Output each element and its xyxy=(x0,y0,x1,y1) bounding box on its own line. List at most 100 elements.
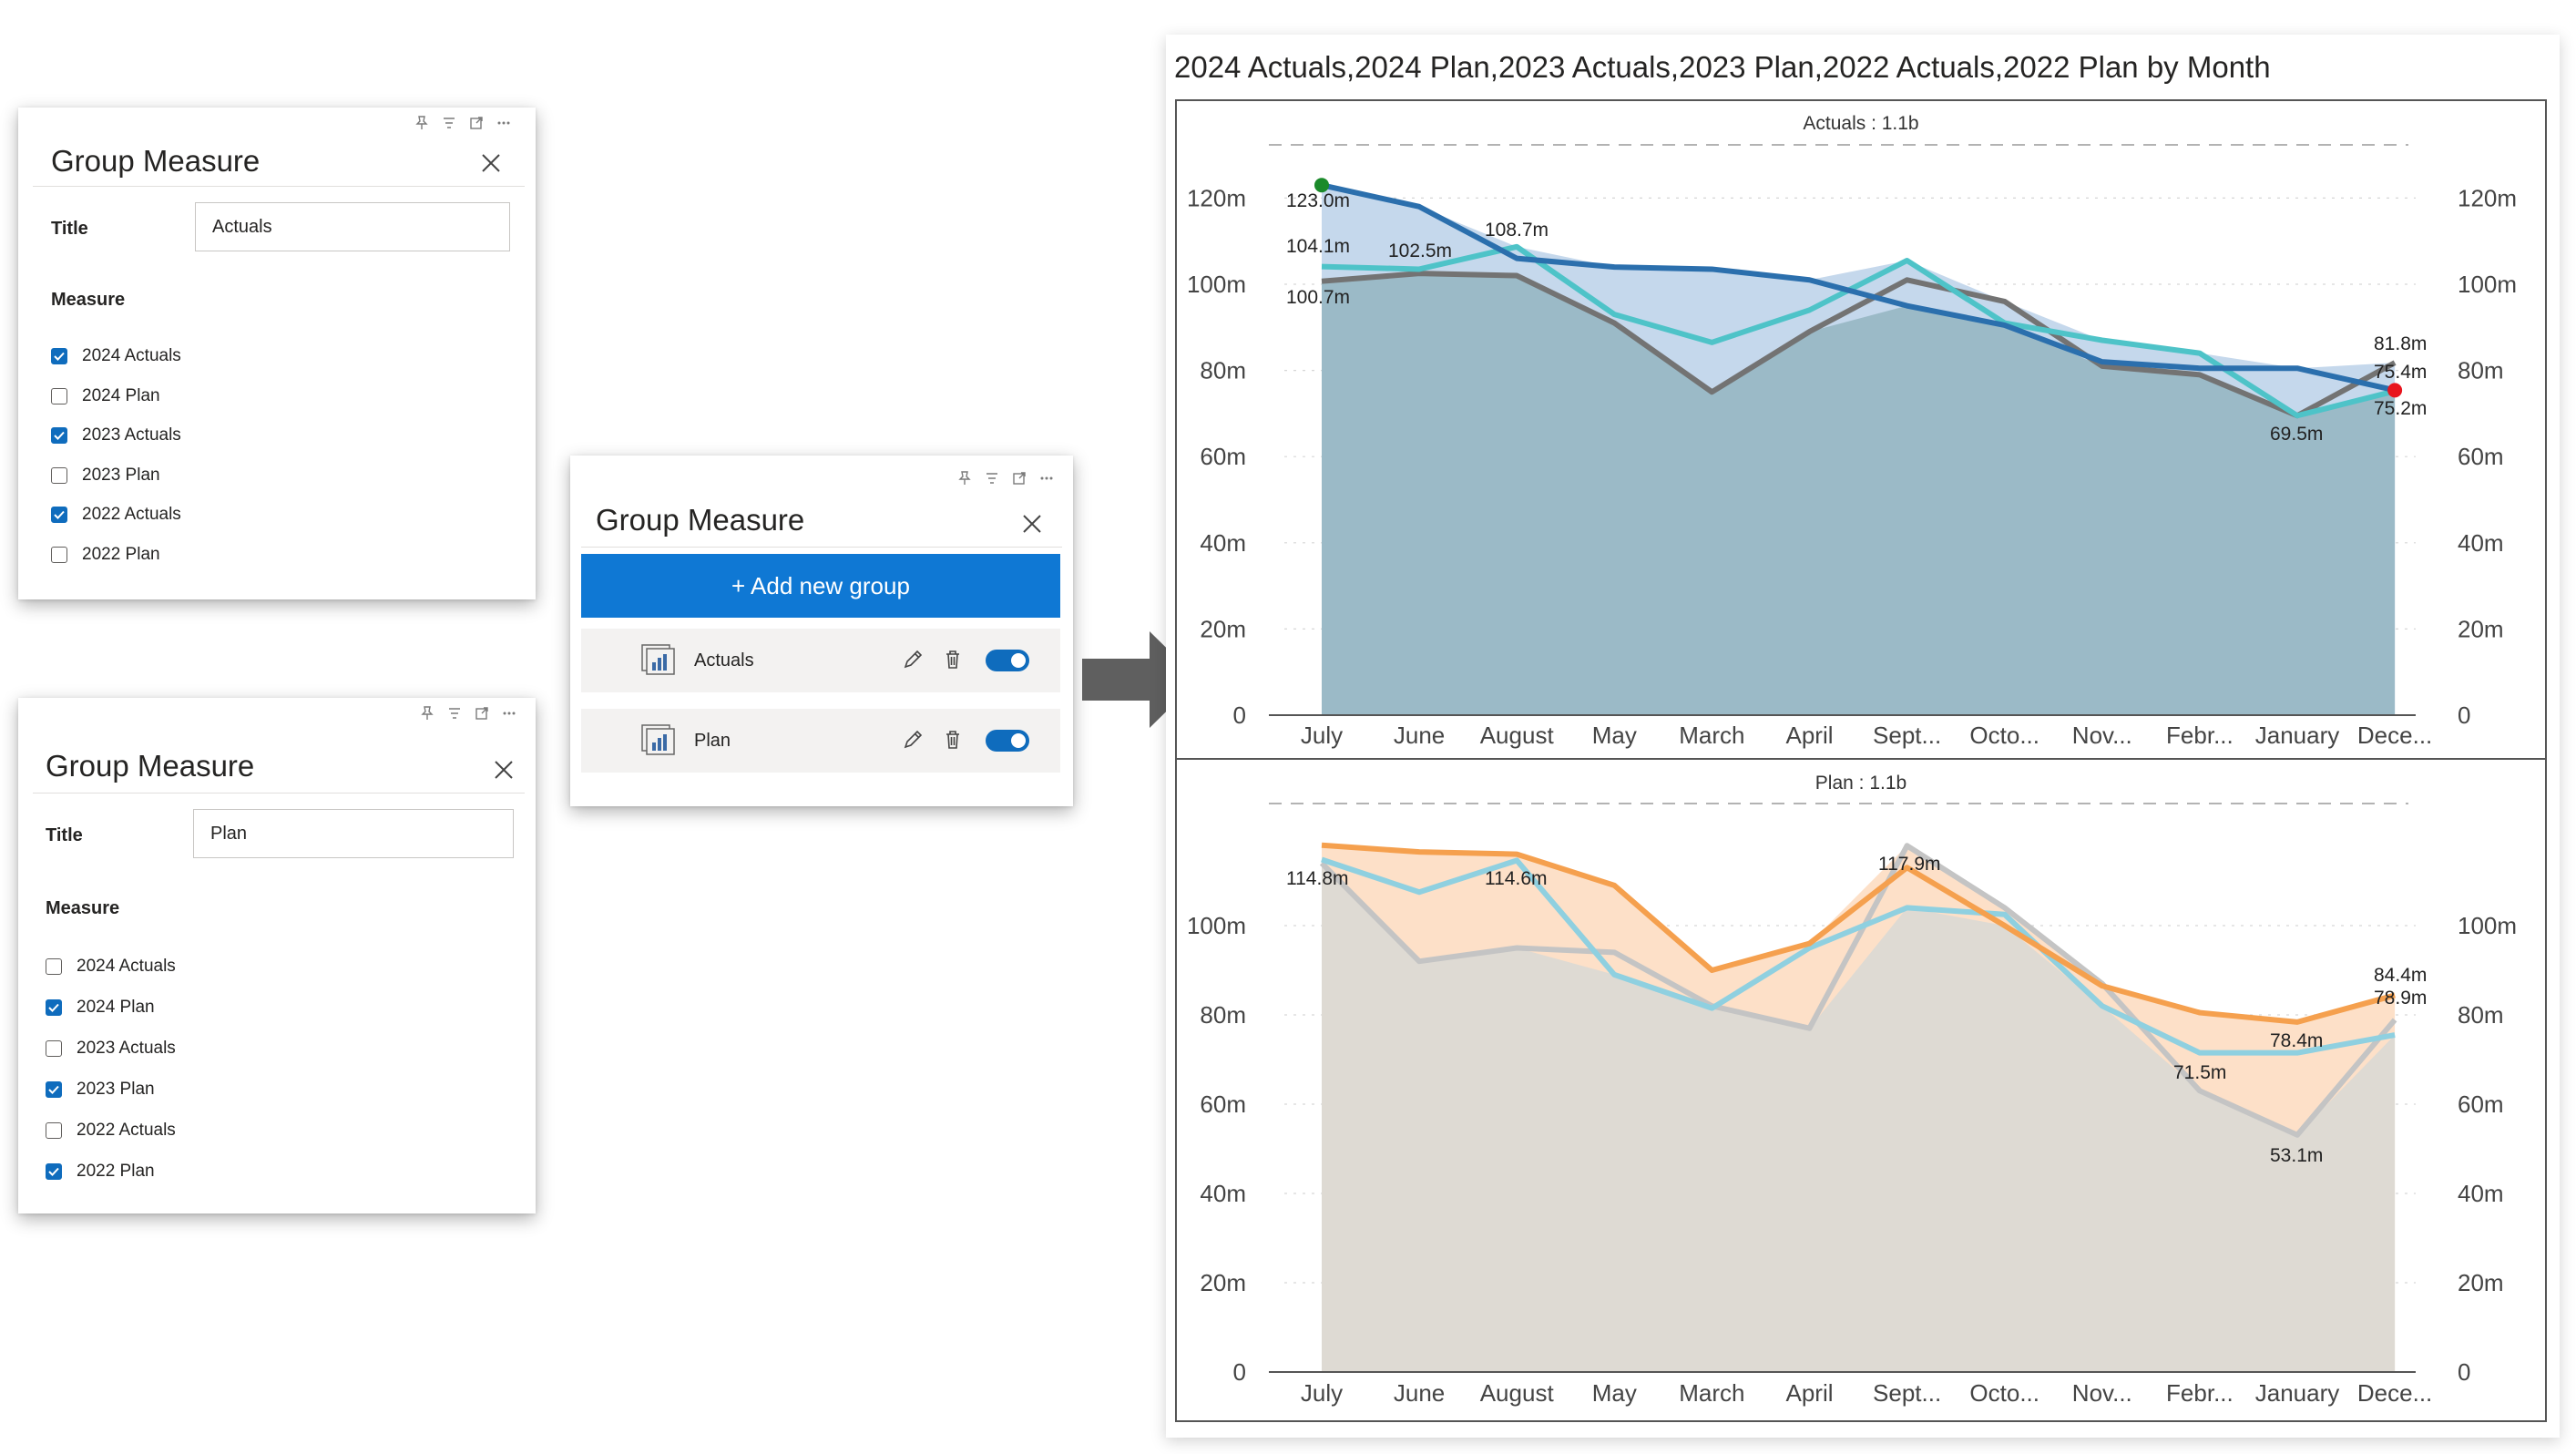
data-label: 123.0m xyxy=(1286,190,1350,211)
y-axis-tick-right: 0 xyxy=(2458,1358,2470,1386)
x-axis-label: July xyxy=(1301,1379,1343,1407)
panel-title: Group Measure xyxy=(596,503,805,537)
measure-label: Measure xyxy=(46,898,120,918)
data-label: 84.4m xyxy=(2374,965,2427,986)
chart-group-icon xyxy=(641,644,675,675)
y-axis-tick-right: 40m xyxy=(2458,1180,2504,1207)
chart-panel-header: Plan : 1.1b xyxy=(1815,773,1906,794)
group-enabled-toggle[interactable] xyxy=(986,730,1029,752)
close-icon[interactable] xyxy=(479,151,503,175)
x-axis-label: Nov... xyxy=(2072,1379,2132,1407)
area-chart: Actuals : 1.1b 0 0 20m 20m 40m 40m 60m 60m 80m 80m… xyxy=(1175,113,2547,1407)
delete-trash-icon[interactable] xyxy=(940,727,966,753)
x-axis-label: Dece... xyxy=(2357,1379,2432,1407)
y-axis-tick-left: 100m xyxy=(1187,271,1246,298)
y-axis-tick-right: 120m xyxy=(2458,184,2517,211)
checkbox-unchecked[interactable] xyxy=(46,958,62,975)
title-input[interactable]: Plan xyxy=(193,809,514,858)
filter-icon[interactable] xyxy=(446,705,463,722)
measure-checkbox-row[interactable]: 2022 Plan xyxy=(46,1162,155,1182)
y-axis-tick-right: 80m xyxy=(2458,357,2504,384)
x-axis-label: Febr... xyxy=(2166,1379,2234,1407)
data-label: 75.4m xyxy=(2374,362,2427,383)
more-options-icon[interactable] xyxy=(1038,470,1055,486)
filter-icon[interactable] xyxy=(984,470,1000,486)
group-enabled-toggle[interactable] xyxy=(986,650,1029,671)
checkbox-unchecked[interactable] xyxy=(51,387,67,404)
data-label: 53.1m xyxy=(2270,1145,2323,1166)
edit-pencil-icon[interactable] xyxy=(900,647,925,672)
y-axis-tick-right: 0 xyxy=(2458,701,2470,729)
delete-trash-icon[interactable] xyxy=(940,647,966,672)
measure-checkbox-row[interactable]: 2024 Plan xyxy=(51,386,160,406)
data-label: 75.2m xyxy=(2374,398,2427,419)
data-label: 108.7m xyxy=(1485,220,1549,241)
y-axis-tick-left: 20m xyxy=(1200,1269,1246,1296)
x-axis-label: April xyxy=(1785,1379,1833,1407)
pin-icon[interactable] xyxy=(956,470,973,486)
measure-checkbox-row[interactable]: 2024 Actuals xyxy=(51,346,181,366)
data-label: 117.9m xyxy=(1878,854,1941,875)
checkbox-unchecked[interactable] xyxy=(46,1040,62,1057)
panel-title: Group Measure xyxy=(46,749,255,783)
focus-mode-icon[interactable] xyxy=(468,115,485,131)
group-row[interactable]: Actuals xyxy=(581,629,1060,692)
close-icon[interactable] xyxy=(1020,512,1044,536)
close-icon[interactable] xyxy=(492,758,516,782)
checkbox-checked[interactable] xyxy=(46,1081,62,1098)
checkbox-checked[interactable] xyxy=(51,507,67,524)
measure-checkbox-row[interactable]: 2023 Actuals xyxy=(46,1039,176,1059)
group-measure-panel-groups: Group Measure + Add new group Actuals Pla… xyxy=(570,456,1073,806)
area-base-fill xyxy=(1322,273,2396,715)
visual-header-toolbar xyxy=(419,705,517,722)
focus-mode-icon[interactable] xyxy=(1011,470,1027,486)
add-new-group-button[interactable]: + Add new group xyxy=(581,554,1060,618)
x-axis-label: Dece... xyxy=(2357,722,2432,749)
filter-icon[interactable] xyxy=(441,115,457,131)
group-row[interactable]: Plan xyxy=(581,709,1060,773)
group-measure-panel-plan: Group Measure Title Plan Measure 2024 Ac… xyxy=(18,698,536,1213)
x-axis-label: August xyxy=(1480,722,1555,749)
measure-checkbox-row[interactable]: 2024 Actuals xyxy=(46,957,176,977)
measure-checkbox-row[interactable]: 2022 Actuals xyxy=(51,505,181,525)
pin-icon[interactable] xyxy=(414,115,430,131)
checkbox-checked[interactable] xyxy=(51,427,67,445)
data-label: 71.5m xyxy=(2173,1062,2226,1083)
checkbox-checked[interactable] xyxy=(46,1163,62,1180)
checkbox-unchecked[interactable] xyxy=(51,547,67,563)
y-axis-tick-left: 0 xyxy=(1233,1358,1246,1386)
measure-checkbox-row[interactable]: 2022 Plan xyxy=(51,545,160,565)
x-axis-label: January xyxy=(2255,722,2340,749)
x-axis-label: July xyxy=(1301,722,1343,749)
x-axis-label: January xyxy=(2255,1379,2340,1407)
edit-pencil-icon[interactable] xyxy=(900,727,925,753)
pin-icon[interactable] xyxy=(419,705,435,722)
x-axis-label: May xyxy=(1592,1379,1637,1407)
measure-checkbox-label: 2023 Actuals xyxy=(77,1039,176,1058)
y-axis-tick-left: 60m xyxy=(1200,1090,1246,1118)
checkbox-unchecked[interactable] xyxy=(51,466,67,484)
data-label: 104.1m xyxy=(1286,236,1350,257)
checkbox-checked[interactable] xyxy=(46,999,62,1016)
chart-group-icon xyxy=(641,724,675,755)
measure-checkbox-row[interactable]: 2023 Plan xyxy=(46,1080,155,1100)
data-label: 100.7m xyxy=(1286,287,1350,308)
more-options-icon[interactable] xyxy=(496,115,512,131)
title-input[interactable]: Actuals xyxy=(195,202,510,251)
x-axis-label: Octo... xyxy=(1969,722,2039,749)
measure-checkbox-row[interactable]: 2022 Actuals xyxy=(46,1121,176,1141)
measure-checkbox-row[interactable]: 2024 Plan xyxy=(46,998,155,1018)
x-axis-label: Nov... xyxy=(2072,722,2132,749)
measure-checkbox-label: 2022 Actuals xyxy=(77,1121,176,1140)
x-axis-label: Sept... xyxy=(1873,1379,1941,1407)
measure-checkbox-row[interactable]: 2023 Plan xyxy=(51,466,160,486)
measure-checkbox-label: 2023 Plan xyxy=(77,1080,155,1099)
more-options-icon[interactable] xyxy=(501,705,517,722)
measure-checkbox-row[interactable]: 2023 Actuals xyxy=(51,425,181,445)
x-axis-label: August xyxy=(1480,1379,1555,1407)
focus-mode-icon[interactable] xyxy=(474,705,490,722)
checkbox-unchecked[interactable] xyxy=(46,1122,62,1139)
x-axis-label: May xyxy=(1592,722,1637,749)
visual-header-toolbar xyxy=(956,470,1055,486)
checkbox-checked[interactable] xyxy=(51,348,67,364)
